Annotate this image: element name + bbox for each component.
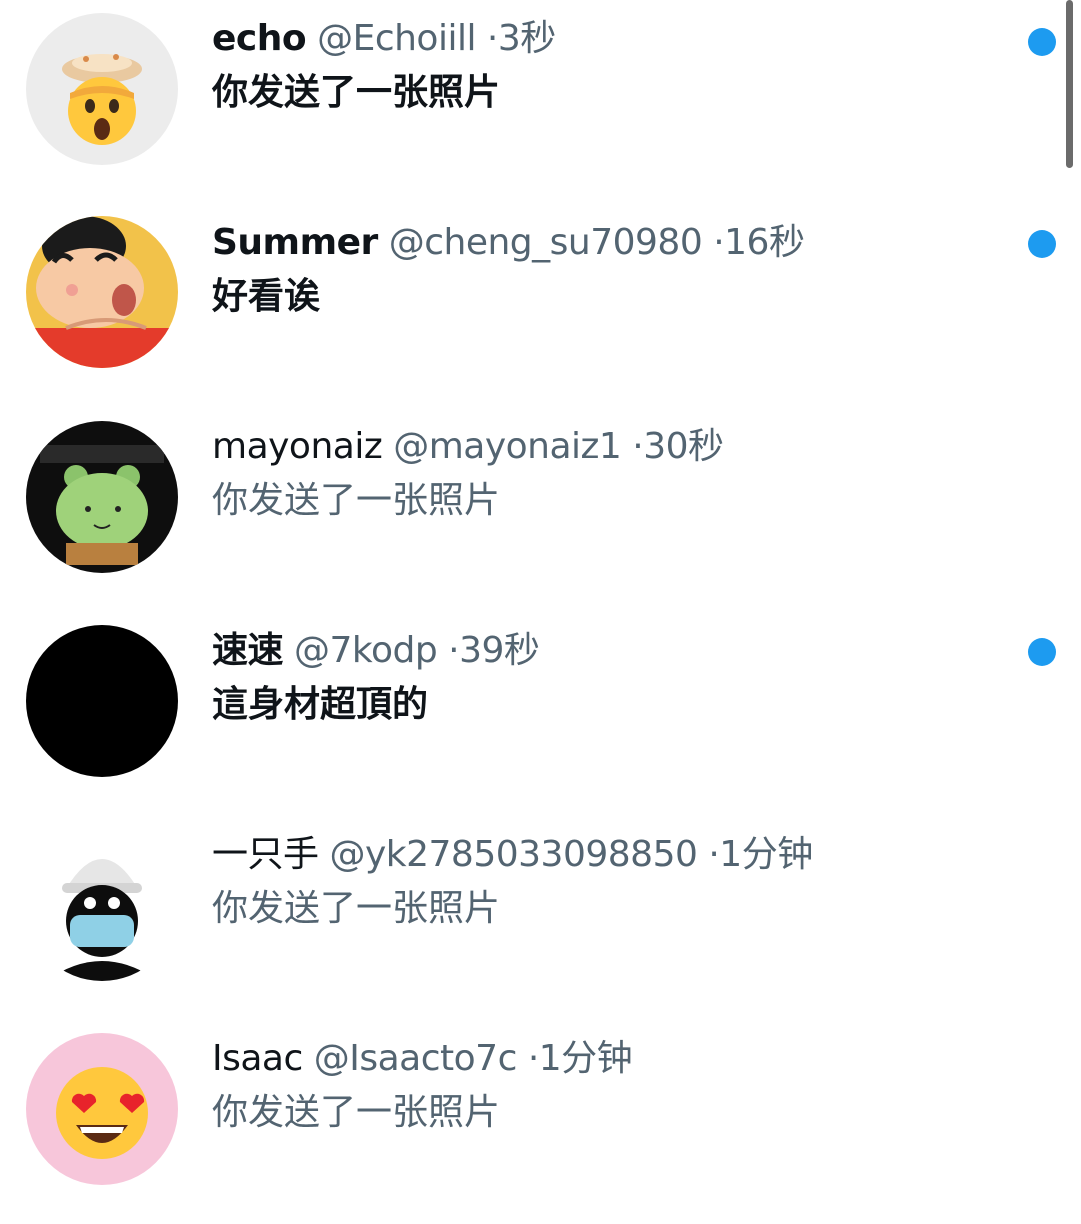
- message-preview: 你发送了一张照片: [212, 888, 501, 929]
- timestamp: 16秒: [724, 222, 805, 263]
- conversation-header: Isaac @Isaacto7c ·1分钟: [212, 1036, 633, 1082]
- unread-indicator: [1028, 28, 1056, 56]
- heart-eyes-emoji-icon[interactable]: [26, 1033, 178, 1185]
- black-circle-avatar-icon[interactable]: [26, 625, 178, 777]
- sender-handle: @Isaacto7c: [313, 1038, 518, 1079]
- message-preview: 這身材超頂的: [212, 684, 429, 725]
- conversation-header: mayonaiz @mayonaiz1 ·30秒: [212, 424, 724, 470]
- timestamp: 30秒: [643, 426, 724, 467]
- sender-name: echo: [212, 18, 307, 59]
- timestamp: 3秒: [497, 18, 556, 59]
- timestamp: 39秒: [459, 630, 540, 671]
- separator: ·: [527, 1038, 539, 1079]
- sender-handle: @Echoiill: [317, 18, 476, 59]
- message-preview: 好看诶: [212, 276, 321, 317]
- sender-handle: @7kodp: [293, 630, 438, 671]
- conversation-row[interactable]: echo @Echoiill ·3秒 你发送了一张照片: [0, 0, 1081, 204]
- message-preview: 你发送了一张照片: [212, 1092, 501, 1133]
- timestamp: 1分钟: [538, 1038, 633, 1079]
- sender-handle: @yk2785033098850: [329, 834, 698, 875]
- green-cartoon-creature-avatar-icon[interactable]: [26, 421, 178, 573]
- timestamp: 1分钟: [719, 834, 813, 875]
- conversation-row[interactable]: 速速 @7kodp ·39秒 這身材超頂的: [0, 612, 1081, 816]
- conversation-row[interactable]: 一只手 @yk2785033098850 ·1分钟 你发送了一张照片: [0, 816, 1081, 1020]
- exploding-head-emoji-icon[interactable]: [26, 13, 178, 165]
- separator: ·: [486, 18, 498, 59]
- conversation-header: echo @Echoiill ·3秒: [212, 16, 556, 62]
- separator: ·: [713, 222, 725, 263]
- separator: ·: [708, 834, 720, 875]
- masked-person-avatar-icon[interactable]: [26, 829, 178, 981]
- cartoon-boy-avatar-icon[interactable]: [26, 216, 178, 368]
- sender-name: 速速: [212, 630, 284, 671]
- conversation-header: 一只手 @yk2785033098850 ·1分钟: [212, 832, 813, 878]
- sender-name: 一只手: [212, 834, 319, 875]
- message-preview: 你发送了一张照片: [212, 72, 501, 113]
- conversation-header: 速速 @7kodp ·39秒: [212, 628, 540, 674]
- conversation-row[interactable]: Isaac @Isaacto7c ·1分钟 你发送了一张照片: [0, 1020, 1081, 1224]
- message-preview: 你发送了一张照片: [212, 480, 501, 521]
- sender-handle: @mayonaiz1: [393, 426, 622, 467]
- conversation-header: Summer @cheng_su70980 ·16秒: [212, 220, 805, 266]
- sender-name: Isaac: [212, 1038, 303, 1079]
- sender-handle: @cheng_su70980: [388, 222, 703, 263]
- separator: ·: [632, 426, 644, 467]
- separator: ·: [448, 630, 460, 671]
- dm-conversation-list: echo @Echoiill ·3秒 你发送了一张照片 Summer @chen…: [0, 0, 1081, 1200]
- scrollbar[interactable]: [1066, 0, 1073, 168]
- sender-name: mayonaiz: [212, 426, 383, 467]
- unread-indicator: [1028, 230, 1056, 258]
- conversation-row[interactable]: mayonaiz @mayonaiz1 ·30秒 你发送了一张照片: [0, 408, 1081, 612]
- unread-indicator: [1028, 638, 1056, 666]
- conversation-row[interactable]: Summer @cheng_su70980 ·16秒 好看诶: [0, 204, 1081, 408]
- sender-name: Summer: [212, 222, 378, 263]
